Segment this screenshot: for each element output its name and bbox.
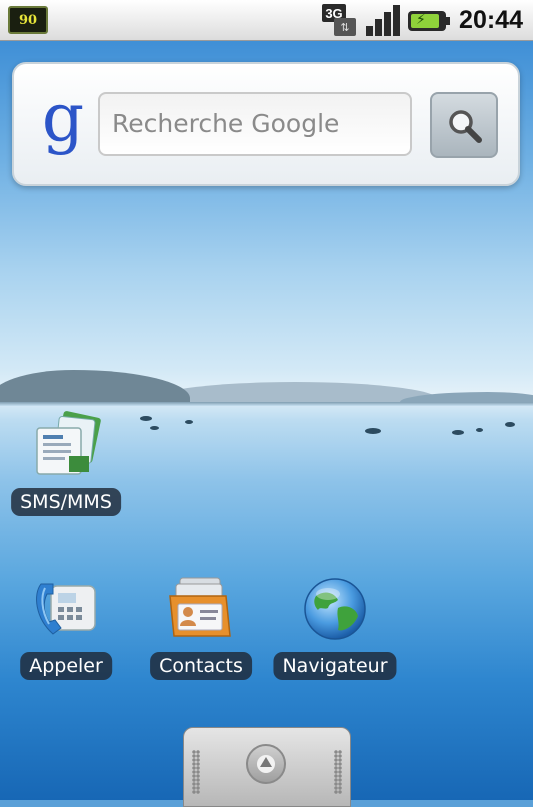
wallpaper-rock [150,426,159,430]
wallpaper-mountain [0,370,190,404]
grip-dots [192,750,200,794]
google-logo-icon[interactable]: g [38,85,88,158]
wallpaper-mountain [150,382,440,404]
app-label-sms: SMS/MMS [11,488,121,516]
magnifier-icon [449,110,482,143]
app-drawer-arrow-icon[interactable] [246,744,286,784]
status-bar[interactable]: 90 3G ⇅ ⚡ 20:44 [0,0,533,41]
wallpaper-rock [365,428,381,434]
app-shortcut-contacts[interactable]: Contacts [146,574,256,684]
app-label-browser: Navigateur [273,652,397,680]
app-shortcut-browser[interactable]: Navigateur [273,574,397,684]
app-shortcut-phone[interactable]: Appeler [11,574,121,684]
app-drawer-handle[interactable] [183,727,351,807]
battery-charging-icon: ⚡ [408,11,450,31]
search-input[interactable]: Recherche Google [98,92,412,156]
notification-badge[interactable]: 90 [8,6,48,34]
app-shortcut-sms[interactable]: SMS/MMS [11,410,121,520]
network-3g-icon: 3G ⇅ [322,4,358,36]
phone-icon [36,583,96,635]
wallpaper-horizon [0,402,533,406]
browser-globe-icon [304,578,366,640]
messaging-icon [36,411,101,475]
search-button[interactable] [430,92,498,158]
contacts-icon [169,577,231,637]
wallpaper-rock [140,416,152,421]
app-label-contacts: Contacts [150,652,252,680]
signal-strength-icon [364,4,400,36]
wallpaper-rock [476,428,483,432]
grip-dots [334,750,342,794]
up-arrow-icon [260,757,272,767]
google-search-widget[interactable]: g Recherche Google [12,62,520,186]
wallpaper-rock [185,420,193,424]
data-transfer-arrows-icon: ⇅ [334,18,356,36]
status-clock: 20:44 [459,6,523,34]
app-label-phone: Appeler [20,652,112,680]
wallpaper-rock [505,422,515,427]
wallpaper-rock [452,430,464,435]
